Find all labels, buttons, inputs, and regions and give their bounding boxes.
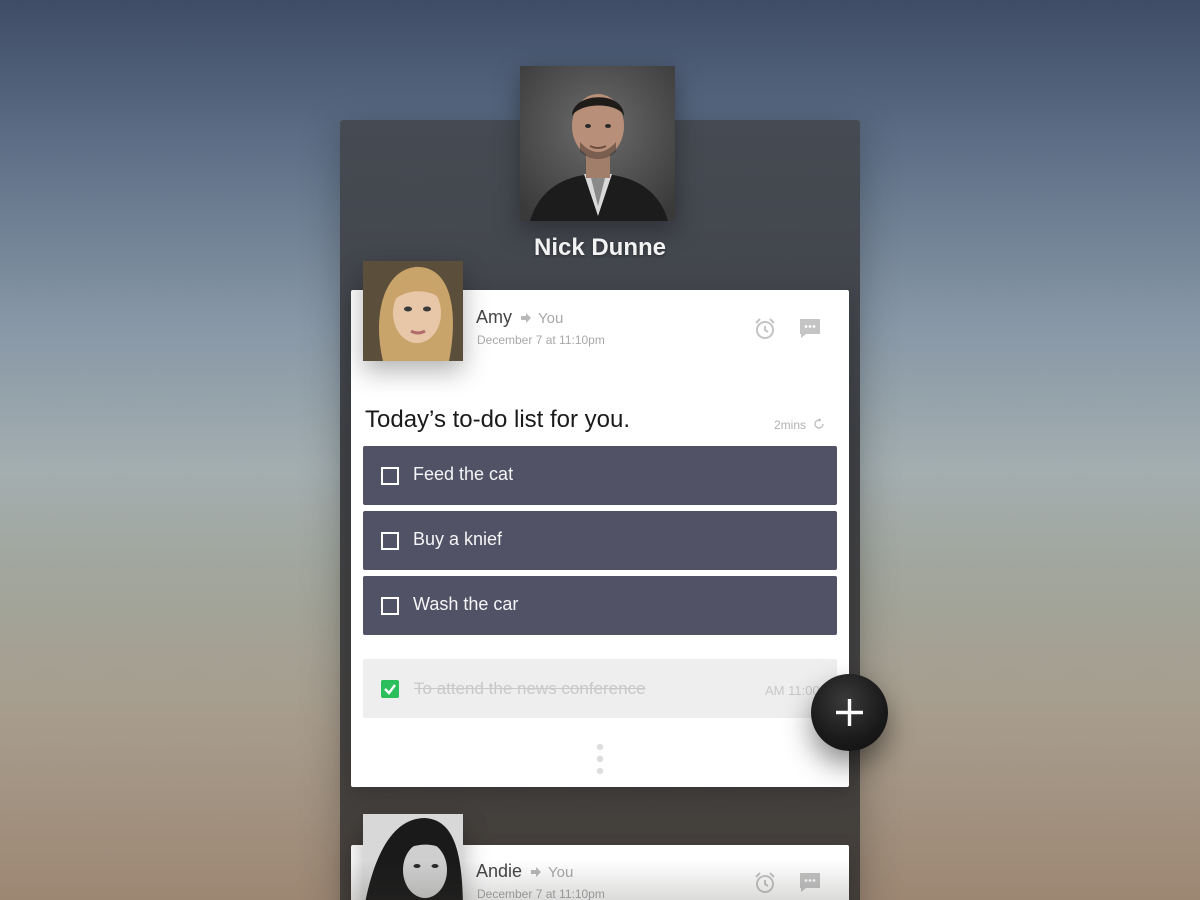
message-timestamp: December 7 at 11:10pm	[477, 887, 605, 900]
completed-task-time: AM 11:00	[765, 683, 820, 698]
completed-task-item[interactable]: To attend the news conference AM 11:00	[363, 659, 837, 718]
recipient-label[interactable]: You	[538, 310, 563, 327]
sender-name[interactable]: Andie	[476, 861, 522, 882]
refresh-icon[interactable]	[813, 418, 825, 430]
alarm-icon[interactable]	[753, 317, 777, 341]
comment-icon[interactable]	[798, 316, 822, 340]
arrow-right-icon	[521, 313, 531, 323]
sender-name[interactable]: Amy	[476, 307, 512, 328]
alarm-icon[interactable]	[753, 871, 777, 895]
amy-avatar[interactable]	[363, 261, 463, 361]
message-timestamp: December 7 at 11:10pm	[477, 333, 605, 347]
recipient-label[interactable]: You	[548, 864, 573, 881]
task-checkbox[interactable]	[381, 467, 399, 485]
person-portrait-icon	[520, 66, 675, 221]
more-dots-icon[interactable]	[596, 743, 604, 777]
task-item[interactable]: Buy a knief	[363, 511, 837, 570]
task-item[interactable]: Feed the cat	[363, 446, 837, 505]
checkbox-checked-icon[interactable]	[381, 680, 399, 698]
plus-icon	[836, 699, 863, 726]
andie-avatar[interactable]	[363, 814, 463, 900]
task-item[interactable]: Wash the car	[363, 576, 837, 635]
comment-icon[interactable]	[798, 870, 822, 894]
task-checkbox[interactable]	[381, 532, 399, 550]
todo-title: Today’s to-do list for you.	[365, 406, 631, 433]
add-button[interactable]	[811, 674, 888, 751]
task-checkbox[interactable]	[381, 597, 399, 615]
todo-age: 2mins	[774, 418, 807, 432]
task-label: Feed the cat	[413, 464, 514, 484]
task-label: Wash the car	[413, 594, 519, 614]
arrow-right-icon	[531, 867, 541, 877]
profile-name: Nick Dunne	[533, 234, 667, 261]
completed-task-label: To attend the news conference	[414, 679, 646, 698]
task-label: Buy a knief	[413, 529, 503, 549]
